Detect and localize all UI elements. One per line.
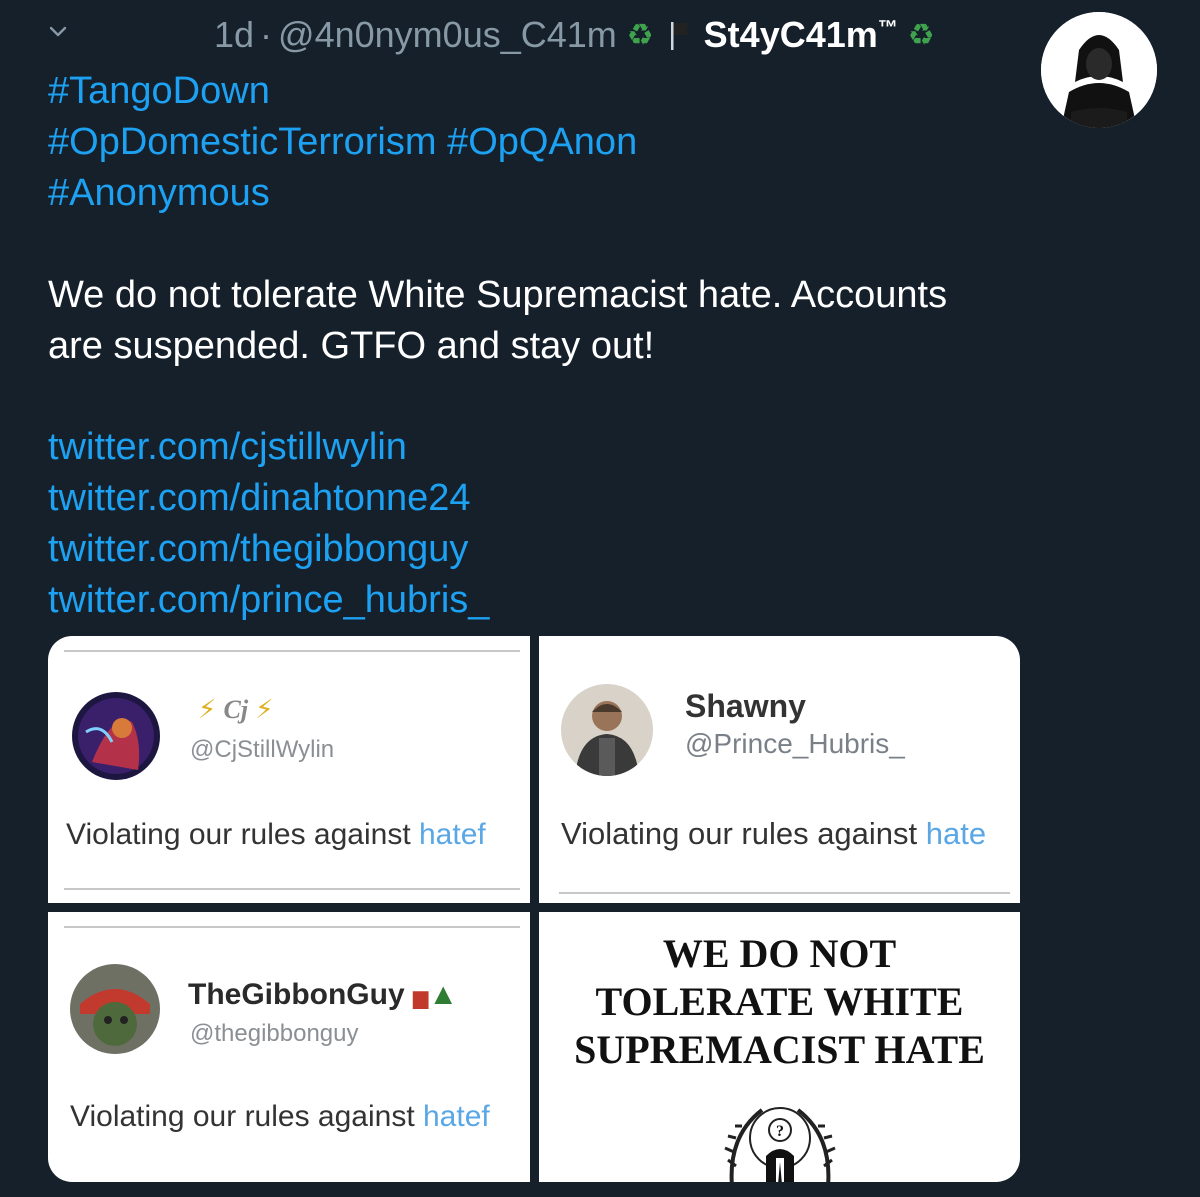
media-handle: @thegibbonguy	[190, 1020, 359, 1047]
header-separator: ·	[260, 14, 273, 55]
media-image-cjstillwylin[interactable]: ⚡ Cj ⚡ @CjStillWylin Violating our rules…	[48, 636, 530, 903]
tweet-text-line: are suspended. GTFO and stay out!	[48, 325, 655, 367]
hashtag-line[interactable]: #OpDomesticTerrorism #OpQAnon	[48, 117, 637, 168]
flag-icon: ▆	[413, 987, 429, 1009]
recycle-icon: ♻	[907, 18, 935, 52]
media-grid: ⚡ Cj ⚡ @CjStillWylin Violating our rules…	[48, 636, 1020, 1182]
media-display-name: TheGibbonGuy	[188, 978, 405, 1011]
violation-link: hatef	[419, 818, 486, 851]
tweet-link[interactable]: twitter.com/dinahtonne24	[48, 473, 489, 524]
divider	[64, 926, 520, 928]
poster-line: WE DO NOT	[662, 931, 897, 976]
tweet-link[interactable]: twitter.com/thegibbonguy	[48, 524, 489, 575]
media-display-name: Shawny	[685, 688, 806, 724]
media-display-name-row: TheGibbonGuy ▆▲	[188, 978, 458, 1012]
tweet-hashtags: #TangoDown #OpDomesticTerrorism #OpQAnon…	[48, 66, 637, 219]
author-avatar[interactable]	[1041, 12, 1157, 128]
avatar	[561, 684, 653, 776]
tweet-links: twitter.com/cjstillwylin twitter.com/din…	[48, 422, 489, 626]
tweet-text-line: We do not tolerate White Supremacist hat…	[48, 274, 948, 316]
violation-prefix: Violating our rules against	[66, 818, 419, 851]
author-display-name[interactable]: St4yC41m™	[704, 14, 898, 56]
media-image-poster[interactable]: WE DO NOT TOLERATE WHITE SUPREMACIST HAT…	[539, 912, 1020, 1182]
violation-link: hate	[925, 816, 987, 851]
media-handle: @CjStillWylin	[190, 736, 335, 763]
violation-text: Violating our rules against hate	[561, 816, 986, 852]
divider	[64, 888, 520, 890]
avatar	[70, 964, 160, 1054]
media-image-thegibbonguy[interactable]: TheGibbonGuy ▆▲ @thegibbonguy Violating …	[48, 912, 530, 1182]
display-name-text: St4yC41m	[703, 14, 878, 55]
black-flag-icon	[668, 19, 694, 51]
tweet-timestamp[interactable]: 1d	[214, 14, 254, 56]
poster-line: SUPREMACIST HATE	[574, 1027, 985, 1072]
violation-prefix: Violating our rules against	[561, 816, 926, 851]
poster-line: TOLERATE WHITE	[595, 979, 964, 1024]
violation-link: hatef	[423, 1100, 490, 1133]
violation-prefix: Violating our rules against	[70, 1100, 423, 1133]
media-image-prince-hubris[interactable]: Shawny @Prince_Hubris_ Violating our rul…	[539, 636, 1020, 903]
hashtag-line[interactable]: #Anonymous	[48, 168, 637, 219]
tweet-link[interactable]: twitter.com/cjstillwylin	[48, 422, 489, 473]
lightning-icons: ⚡ Cj ⚡	[198, 694, 274, 724]
tree-icon: ▲	[428, 978, 459, 1011]
violation-text: Violating our rules against hatef	[66, 818, 486, 852]
avatar	[72, 692, 160, 780]
hashtag-line[interactable]: #TangoDown	[48, 66, 637, 117]
recycle-icon: ♻	[626, 18, 654, 52]
tweet-body: We do not tolerate White Supremacist hat…	[48, 270, 1038, 372]
divider	[559, 892, 1010, 894]
chevron-down-icon[interactable]	[48, 22, 68, 42]
trademark-symbol: ™	[877, 17, 898, 39]
anonymous-logo-icon: ?	[724, 1107, 836, 1182]
author-handle[interactable]: @4n0nym0us_C41m	[278, 14, 617, 56]
media-handle: @Prince_Hubris_	[685, 728, 905, 759]
poster-text: WE DO NOT TOLERATE WHITE SUPREMACIST HAT…	[539, 930, 1020, 1074]
violation-text: Violating our rules against hatef	[70, 1100, 490, 1134]
tweet-header: 1d · @4n0nym0us_C41m ♻ St4yC41m™ ♻	[214, 14, 935, 56]
logo-glyph: ?	[776, 1123, 784, 1140]
tweet-link[interactable]: twitter.com/prince_hubris_	[48, 575, 489, 626]
divider	[64, 650, 520, 652]
